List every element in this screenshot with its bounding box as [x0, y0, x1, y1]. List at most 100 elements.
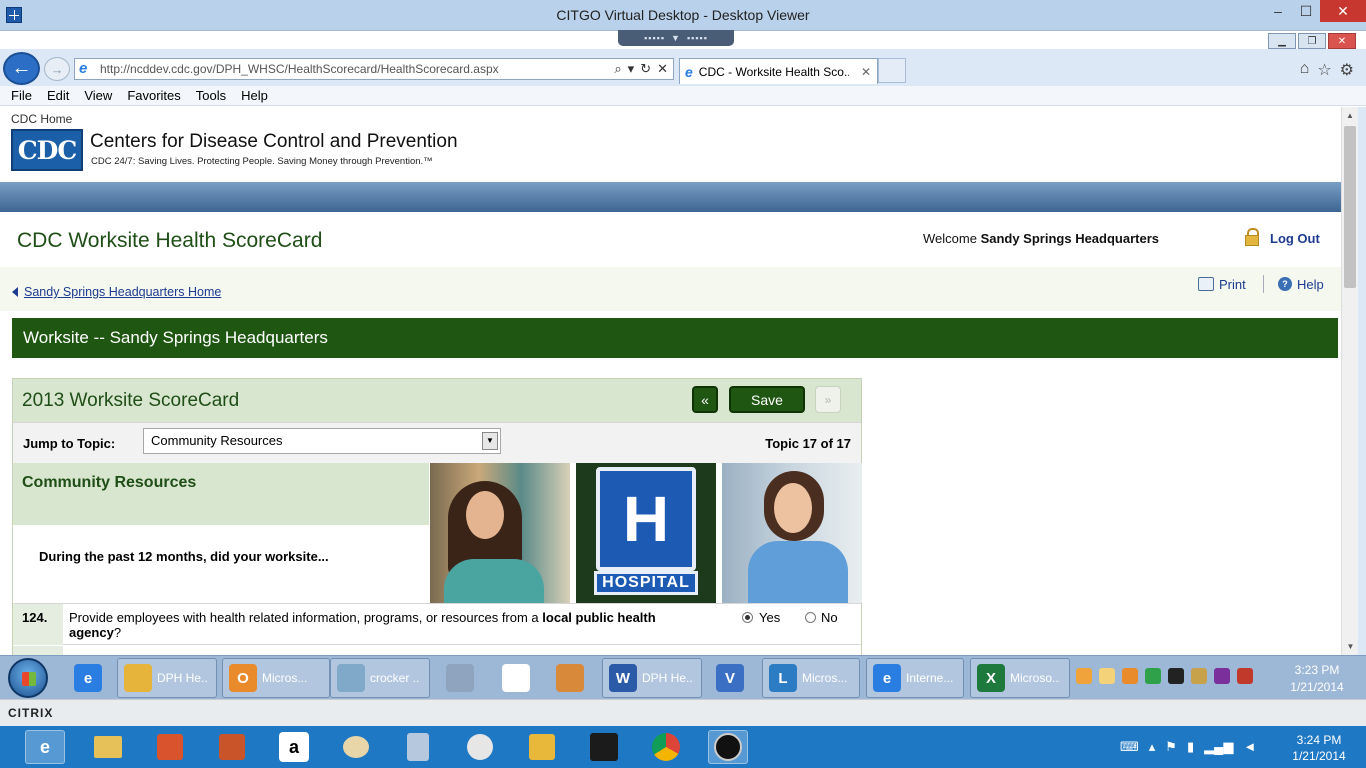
battery-icon[interactable]: ▮: [1187, 739, 1194, 755]
new-tab-button[interactable]: [878, 58, 906, 83]
browser-close-button[interactable]: ✕: [1328, 33, 1356, 49]
taskbar-calculator[interactable]: [440, 658, 474, 698]
logout-link[interactable]: Log Out: [1270, 231, 1320, 246]
answer-yes-radio[interactable]: [742, 612, 753, 623]
local-taskbar-tools[interactable]: [522, 730, 562, 764]
sync-icon[interactable]: [1145, 668, 1161, 684]
cdc-logo[interactable]: CDC: [11, 129, 83, 171]
search-icon[interactable]: ⌕: [614, 61, 621, 77]
taskbar-blank-document[interactable]: [496, 658, 530, 698]
answer-no-radio[interactable]: [805, 612, 816, 623]
local-taskbar-amazon[interactable]: a: [274, 730, 314, 764]
local-taskbar-explorer[interactable]: [88, 730, 128, 764]
local-taskbar-chrome[interactable]: [646, 730, 686, 764]
chevron-up-icon[interactable]: ▴: [1149, 739, 1156, 755]
outlook-tray-icon[interactable]: [1122, 668, 1138, 684]
taskbar-item-crocker[interactable]: crocker ...: [330, 658, 430, 698]
word-icon: W: [609, 664, 637, 692]
answer-yes-label[interactable]: Yes: [759, 610, 780, 625]
back-button[interactable]: ←: [3, 52, 40, 85]
forward-button[interactable]: →: [44, 57, 70, 81]
page-scrollbar[interactable]: ▲ ▼: [1341, 107, 1358, 655]
local-taskbar-ie[interactable]: e: [25, 730, 65, 764]
chevron-down-icon[interactable]: ▼: [482, 432, 498, 450]
taskbar-ie-pinned[interactable]: e: [68, 658, 102, 698]
signal-icon[interactable]: ▂▄▆: [1204, 739, 1233, 755]
scroll-up-icon[interactable]: ▲: [1342, 107, 1358, 124]
network-icon[interactable]: [1191, 668, 1207, 684]
menu-tools[interactable]: Tools: [196, 86, 226, 105]
flag-icon[interactable]: ⚑: [1165, 739, 1177, 755]
local-taskbar-office[interactable]: [150, 730, 190, 764]
chevron-down-icon[interactable]: ▾: [628, 61, 635, 77]
address-url[interactable]: http://ncddev.cdc.gov/DPH_WHSC/HealthSco…: [100, 62, 610, 76]
local-clock[interactable]: 3:24 PM 1/21/2014: [1280, 732, 1358, 764]
local-taskbar-paint[interactable]: [336, 730, 376, 764]
jump-to-topic-select[interactable]: Community Resources ▼: [143, 428, 501, 454]
address-bar[interactable]: e http://ncddev.cdc.gov/DPH_WHSC/HealthS…: [74, 58, 674, 80]
browser-restore-button[interactable]: ❐: [1298, 33, 1326, 49]
local-taskbar-snipping[interactable]: [460, 730, 500, 764]
print-link[interactable]: Print: [1219, 277, 1246, 292]
scrollbar-thumb[interactable]: [1344, 126, 1356, 288]
taskbar-item-outlook[interactable]: O Micros...: [222, 658, 330, 698]
taskbar-item-internet-explorer[interactable]: e Interne...: [866, 658, 964, 698]
remote-clock[interactable]: 3:23 PM 1/21/2014: [1273, 662, 1361, 696]
printer-icon[interactable]: [1198, 277, 1214, 291]
browser-minimize-button[interactable]: ▁: [1268, 33, 1296, 49]
viewer-close-button[interactable]: ✕: [1320, 0, 1366, 22]
taskbar-item-excel[interactable]: X Microso...: [970, 658, 1070, 698]
start-button[interactable]: [8, 658, 48, 698]
citrix-toolbar-handle[interactable]: ▪▪▪▪▪ ▼ ▪▪▪▪▪: [618, 30, 734, 46]
viewer-minimize-button[interactable]: –: [1264, 0, 1292, 22]
help-icon[interactable]: ?: [1278, 277, 1292, 291]
answer-no-label[interactable]: No: [821, 610, 838, 625]
ie-icon: e: [873, 664, 901, 692]
taskbar-item-dph-explorer[interactable]: DPH He...: [117, 658, 217, 698]
tools-icon: [529, 734, 555, 760]
audio-icon[interactable]: [1168, 668, 1184, 684]
next-topic-button[interactable]: »: [815, 386, 841, 413]
taskbar-item-lync[interactable]: L Micros...: [762, 658, 860, 698]
save-button[interactable]: Save: [729, 386, 805, 413]
flag-icon[interactable]: [1237, 668, 1253, 684]
menu-help[interactable]: Help: [241, 86, 268, 105]
local-taskbar-evernote[interactable]: [584, 730, 624, 764]
photo-woman-library: [430, 463, 570, 603]
home-icon[interactable]: ⌂: [1300, 60, 1310, 80]
breadcrumb-home-link[interactable]: Sandy Springs Headquarters Home: [24, 285, 221, 299]
taskbar-item-word[interactable]: W DPH He...: [602, 658, 702, 698]
star-icon[interactable]: ☆: [1317, 60, 1331, 80]
stop-icon[interactable]: ✕: [657, 61, 668, 77]
viewer-maximize-button[interactable]: ☐: [1292, 0, 1320, 22]
previous-topic-button[interactable]: «: [692, 386, 718, 413]
tray-arrow-icon[interactable]: [1076, 668, 1092, 684]
mail-icon[interactable]: [1099, 668, 1115, 684]
app-icon: [590, 733, 618, 761]
question-text-after: ?: [113, 625, 122, 640]
onenote-icon[interactable]: [1214, 668, 1230, 684]
taskbar-paint[interactable]: [550, 658, 584, 698]
taskbar-visio[interactable]: V: [710, 658, 744, 698]
menu-view[interactable]: View: [84, 86, 112, 105]
browser-tab-active[interactable]: e CDC - Worksite Health Sco... ✕: [679, 58, 878, 84]
volume-icon[interactable]: ◄: [1243, 739, 1256, 755]
keyboard-icon[interactable]: ⌨: [1120, 739, 1139, 755]
menu-file[interactable]: File: [11, 86, 32, 105]
local-taskbar-citrix[interactable]: [708, 730, 748, 764]
menu-favorites[interactable]: Favorites: [127, 86, 180, 105]
local-taskbar-app[interactable]: [212, 730, 252, 764]
scroll-down-icon[interactable]: ▼: [1342, 638, 1359, 655]
local-taskbar-calculator[interactable]: [398, 730, 438, 764]
outlook-icon: O: [229, 664, 257, 692]
page-title: CDC Worksite Health ScoreCard: [17, 229, 323, 252]
refresh-icon[interactable]: ↻: [640, 61, 651, 77]
help-link[interactable]: Help: [1297, 277, 1324, 292]
gear-icon[interactable]: ⚙: [1340, 60, 1354, 80]
tab-close-icon[interactable]: ✕: [861, 65, 877, 79]
cdc-home-link[interactable]: CDC Home: [11, 112, 72, 126]
scorecard-header: 2013 Worksite ScoreCard « Save »: [13, 379, 861, 422]
menu-edit[interactable]: Edit: [47, 86, 69, 105]
question-number: 124.: [22, 610, 48, 625]
cdc-logo-text: CDC: [17, 135, 77, 165]
